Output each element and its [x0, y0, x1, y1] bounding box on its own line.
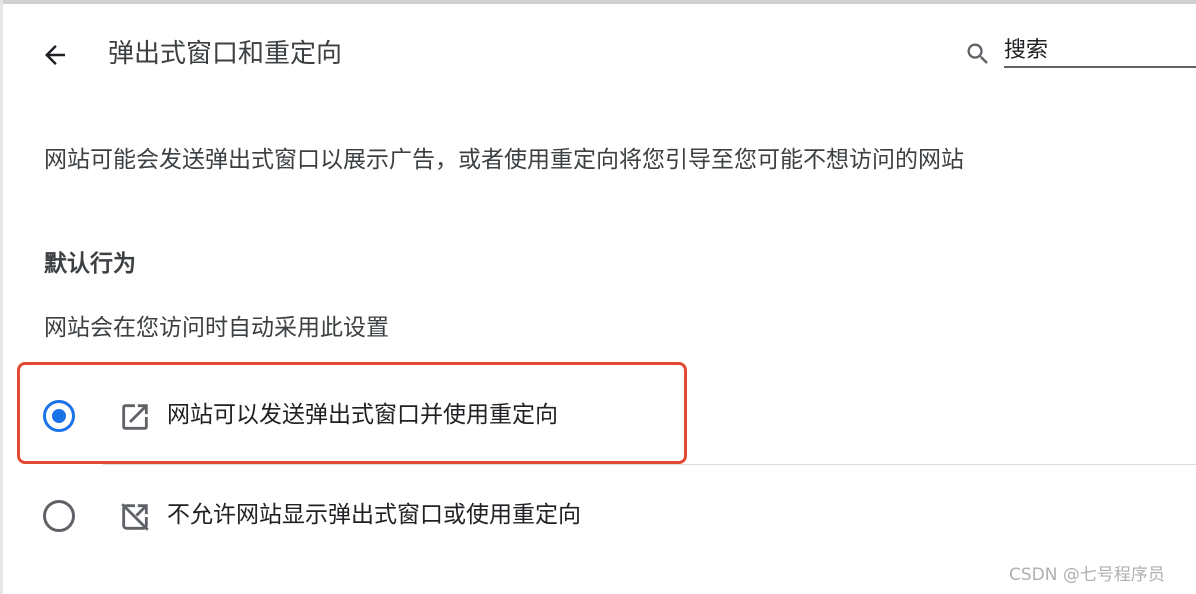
search-input[interactable]: [1004, 34, 1196, 68]
search-box: [964, 34, 1196, 72]
option-allow-popups[interactable]: 网站可以发送弹出式窗口并使用重定向: [0, 368, 1196, 464]
option-label-allow: 网站可以发送弹出式窗口并使用重定向: [167, 402, 558, 428]
page-header: 弹出式窗口和重定向: [0, 4, 1196, 96]
watermark: CSDN @七号程序员: [1009, 565, 1165, 585]
back-button[interactable]: [38, 38, 72, 72]
options-divider: [103, 464, 1196, 465]
default-behavior-subheading: 网站会在您访问时自动采用此设置: [44, 315, 389, 341]
page-title: 弹出式窗口和重定向: [108, 39, 343, 69]
open-in-new-icon: [122, 404, 148, 430]
option-block-popups[interactable]: 不允许网站显示弹出式窗口或使用重定向: [0, 468, 1196, 564]
search-icon[interactable]: [964, 40, 992, 68]
default-behavior-heading: 默认行为: [44, 251, 136, 277]
arrow-left-icon: [45, 45, 65, 65]
option-label-block: 不允许网站显示弹出式窗口或使用重定向: [167, 502, 581, 528]
page-description: 网站可能会发送弹出式窗口以展示广告，或者使用重定向将您引导至您可能不想访问的网站: [44, 147, 964, 173]
radio-allow-popups[interactable]: [43, 400, 75, 432]
radio-block-popups[interactable]: [43, 500, 75, 532]
open-in-new-off-icon: [121, 503, 149, 531]
radio-selected-dot: [52, 409, 66, 423]
